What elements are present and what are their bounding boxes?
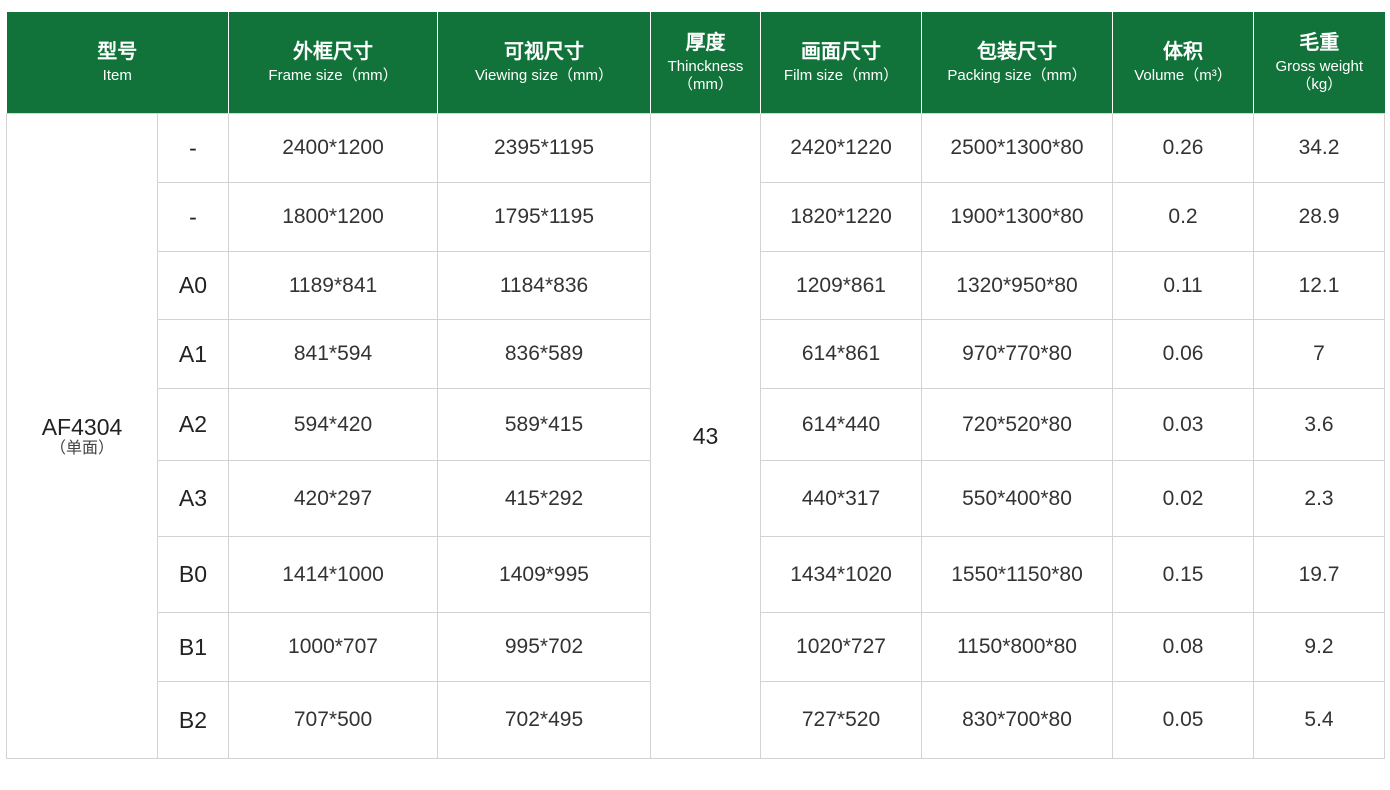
viewing-size-cell: 1409*995 [437,536,651,613]
header-gross-weight: 毛重 Gross weight （kg） [1253,12,1385,114]
model-name: AF4304 [41,413,123,440]
volume-cell: 0.26 [1112,113,1254,183]
film-size-cell: 1020*727 [760,612,922,682]
frame-size-cell: 707*500 [228,681,438,759]
header-item: 型号 Item [6,12,229,114]
variant-cell: B0 [157,536,229,613]
packing-size-cell: 1150*800*80 [921,612,1113,682]
frame-size-cell: 841*594 [228,319,438,389]
packing-size-cell: 830*700*80 [921,681,1113,759]
packing-size-cell: 1900*1300*80 [921,182,1113,252]
viewing-size-cell: 1795*1195 [437,182,651,252]
header-thickness: 厚度 Thinckness （mm） [650,12,761,114]
variant-cell: A2 [157,388,229,461]
film-size-cell: 614*861 [760,319,922,389]
variant-cell: - [157,113,229,183]
packing-size-cell: 970*770*80 [921,319,1113,389]
packing-size-cell: 1550*1150*80 [921,536,1113,613]
table-body: AF4304 （单面） - 2400*1200 2395*1195 43 242… [6,113,1385,759]
model-note: （单面） [49,440,114,458]
spec-table: 型号 Item 外框尺寸 Frame size（mm） 可视尺寸 Viewing… [6,12,1385,759]
header-packing-size: 包装尺寸 Packing size（mm） [921,12,1113,114]
header-film-size: 画面尺寸 Film size（mm） [760,12,922,114]
gross-weight-cell: 19.7 [1253,536,1385,613]
variant-cell: A1 [157,319,229,389]
header-frame-size: 外框尺寸 Frame size（mm） [228,12,438,114]
film-size-cell: 727*520 [760,681,922,759]
packing-size-cell: 1320*950*80 [921,251,1113,320]
variant-cell: A0 [157,251,229,320]
thickness-cell: 43 [650,113,761,759]
table-row: AF4304 （单面） - 2400*1200 2395*1195 43 242… [6,113,1385,759]
frame-size-cell: 1414*1000 [228,536,438,613]
packing-size-cell: 720*520*80 [921,388,1113,461]
viewing-size-cell: 702*495 [437,681,651,759]
header-viewing-size: 可视尺寸 Viewing size（mm） [437,12,651,114]
gross-weight-cell: 2.3 [1253,460,1385,537]
frame-size-cell: 1000*707 [228,612,438,682]
variant-cell: B1 [157,612,229,682]
header-volume: 体积 Volume（m³） [1112,12,1254,114]
volume-cell: 0.03 [1112,388,1254,461]
gross-weight-cell: 3.6 [1253,388,1385,461]
variant-cell: A3 [157,460,229,537]
viewing-size-cell: 589*415 [437,388,651,461]
volume-cell: 0.08 [1112,612,1254,682]
packing-size-cell: 2500*1300*80 [921,113,1113,183]
volume-cell: 0.2 [1112,182,1254,252]
packing-size-cell: 550*400*80 [921,460,1113,537]
film-size-cell: 614*440 [760,388,922,461]
volume-cell: 0.05 [1112,681,1254,759]
frame-size-cell: 2400*1200 [228,113,438,183]
table-header: 型号 Item 外框尺寸 Frame size（mm） 可视尺寸 Viewing… [6,12,1385,114]
volume-cell: 0.15 [1112,536,1254,613]
frame-size-cell: 594*420 [228,388,438,461]
header-row: 型号 Item 外框尺寸 Frame size（mm） 可视尺寸 Viewing… [6,12,1385,114]
film-size-cell: 1820*1220 [760,182,922,252]
viewing-size-cell: 836*589 [437,319,651,389]
gross-weight-cell: 12.1 [1253,251,1385,320]
variant-cell: - [157,182,229,252]
variant-cell: B2 [157,681,229,759]
volume-cell: 0.11 [1112,251,1254,320]
gross-weight-cell: 34.2 [1253,113,1385,183]
gross-weight-cell: 7 [1253,319,1385,389]
film-size-cell: 440*317 [760,460,922,537]
model-cell: AF4304 （单面） [6,113,158,759]
viewing-size-cell: 415*292 [437,460,651,537]
viewing-size-cell: 2395*1195 [437,113,651,183]
frame-size-cell: 1189*841 [228,251,438,320]
viewing-size-cell: 995*702 [437,612,651,682]
film-size-cell: 1209*861 [760,251,922,320]
frame-size-cell: 1800*1200 [228,182,438,252]
gross-weight-cell: 9.2 [1253,612,1385,682]
volume-cell: 0.06 [1112,319,1254,389]
frame-size-cell: 420*297 [228,460,438,537]
gross-weight-cell: 28.9 [1253,182,1385,252]
film-size-cell: 2420*1220 [760,113,922,183]
gross-weight-cell: 5.4 [1253,681,1385,759]
volume-cell: 0.02 [1112,460,1254,537]
viewing-size-cell: 1184*836 [437,251,651,320]
film-size-cell: 1434*1020 [760,536,922,613]
